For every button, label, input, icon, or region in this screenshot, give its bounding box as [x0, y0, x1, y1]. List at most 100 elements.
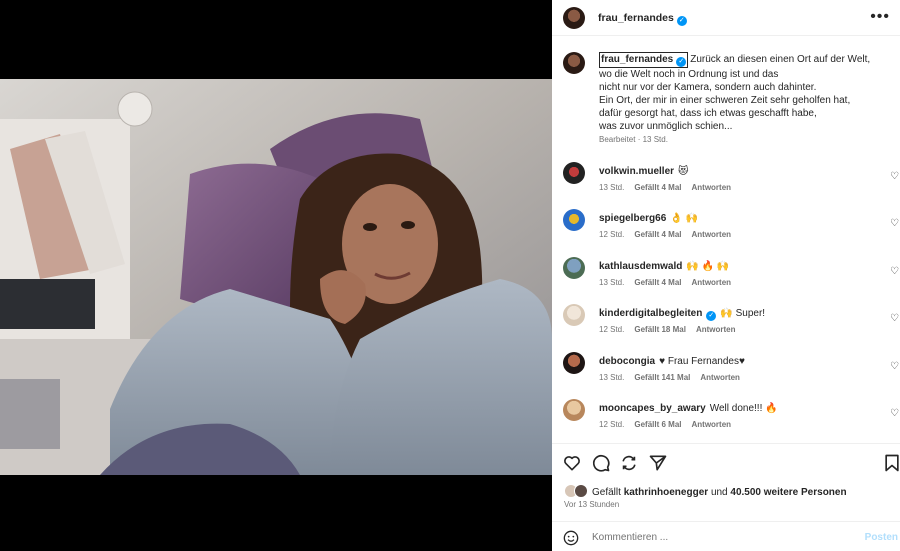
- comment-meta: 12 Std. Gefällt 6 Mal Antworten: [599, 420, 741, 429]
- comment-username[interactable]: kathlausdemwald: [599, 261, 682, 272]
- comment-time: 12 Std.: [599, 325, 625, 334]
- comment-reply-button[interactable]: Antworten: [691, 420, 731, 429]
- comment-like-count[interactable]: Gefällt 4 Mal: [634, 183, 681, 192]
- comment-like-heart-icon[interactable]: ♡: [890, 218, 900, 229]
- comment-item: debocongia ♥ Frau Fernandes♥ 13 Std. Gefäl…: [552, 352, 900, 396]
- comment-avatar[interactable]: [563, 209, 585, 231]
- comment-body: volkwin.mueller 😻: [599, 166, 688, 177]
- likes-prefix: Gefällt: [592, 487, 621, 498]
- comment-like-count[interactable]: Gefällt 141 Mal: [634, 373, 690, 382]
- comment-reply-button[interactable]: Antworten: [696, 325, 736, 334]
- caption-line-3: nicht nur vor der Kamera, sondern auch d…: [599, 82, 817, 93]
- comment-like-heart-icon[interactable]: ♡: [890, 408, 900, 419]
- post-comment-button[interactable]: Posten: [865, 532, 898, 543]
- caption-line-2: wo die Welt noch in Ordnung ist und das: [599, 69, 779, 80]
- comment-like-count[interactable]: Gefällt 4 Mal: [634, 230, 681, 239]
- comment-text: 👌 🙌: [670, 213, 698, 224]
- comment-like-heart-icon[interactable]: ♡: [890, 171, 900, 182]
- comment-text: ♥ Frau Fernandes♥: [659, 356, 745, 367]
- author-username[interactable]: frau_fernandes ✓: [598, 12, 687, 26]
- instagram-post-view: frau_fernandes ✓ ••• frau_fernandes ✓ Zurüc…: [0, 0, 900, 551]
- comment-text: Well done!!! 🔥: [709, 403, 778, 414]
- caption-author-avatar[interactable]: [563, 52, 585, 74]
- comment-avatar[interactable]: [563, 399, 585, 421]
- comment-meta: 12 Std. Gefällt 18 Mal Antworten: [599, 325, 746, 334]
- caption-author-username[interactable]: frau_fernandes ✓: [599, 52, 689, 68]
- comment-reply-button[interactable]: Antworten: [691, 230, 731, 239]
- liker-avatars: [564, 484, 590, 498]
- comment-bubble-icon[interactable]: [591, 453, 611, 473]
- comment-username[interactable]: spiegelberg66: [599, 213, 666, 224]
- caption-verified-badge-icon: ✓: [676, 57, 687, 67]
- comment-text: 🙌 🔥 🙌: [686, 261, 730, 272]
- caption-line-5: dafür gesorgt hat, dass ich etwas gescha…: [599, 108, 817, 119]
- caption-author-username-text[interactable]: frau_fernandes: [601, 54, 673, 65]
- comment-composer: Posten: [552, 521, 900, 551]
- comment-time: 13 Std.: [599, 278, 625, 287]
- comment-avatar[interactable]: [563, 304, 585, 326]
- caption-line-1: Zurück an diesen einen Ort auf der Welt,: [690, 54, 871, 65]
- verified-badge-icon: ✓: [676, 16, 687, 26]
- like-heart-icon[interactable]: [562, 453, 582, 473]
- post-side-panel: frau_fernandes ✓ ••• frau_fernandes ✓ Zurüc…: [552, 0, 900, 551]
- comment-item: kathlausdemwald 🙌 🔥 🙌 13 Std. Gefällt 4 Ma…: [552, 257, 900, 301]
- comment-time: 13 Std.: [599, 183, 625, 192]
- comment-username[interactable]: volkwin.mueller: [599, 166, 674, 177]
- comment-meta: 13 Std. Gefällt 141 Mal Antworten: [599, 373, 750, 382]
- comment-like-heart-icon[interactable]: ♡: [890, 266, 900, 277]
- comment-avatar[interactable]: [563, 162, 585, 184]
- comment-avatar[interactable]: [563, 257, 585, 279]
- comment-meta: 13 Std. Gefällt 4 Mal Antworten: [599, 183, 741, 192]
- comment-like-heart-icon[interactable]: ♡: [890, 361, 900, 372]
- emoji-smiley-icon[interactable]: [563, 530, 579, 546]
- share-paper-plane-icon[interactable]: [648, 453, 668, 473]
- comment-body: debocongia ♥ Frau Fernandes♥: [599, 356, 745, 367]
- more-options-icon[interactable]: •••: [870, 8, 890, 26]
- comment-item: volkwin.mueller 😻 13 Std. Gefällt 4 Mal Ant…: [552, 162, 900, 206]
- comment-body: mooncapes_by_awary Well done!!! 🔥: [599, 403, 778, 414]
- caption-line-6: was zuvor unmöglich schien...: [599, 121, 733, 132]
- comment-username[interactable]: debocongia: [599, 356, 655, 367]
- post-actions-bar: [552, 443, 900, 481]
- likes-summary: Gefällt kathrinhoenegger und 40.500 weit…: [564, 484, 847, 498]
- comment-body: kinderdigitalbegleiten ✓ 🙌 Super!: [599, 308, 765, 321]
- media-area: [0, 0, 552, 551]
- comment-like-count[interactable]: Gefällt 4 Mal: [634, 278, 681, 287]
- post-caption: frau_fernandes ✓ Zurück an diesen einen Or…: [552, 46, 900, 156]
- comment-reply-button[interactable]: Antworten: [700, 373, 740, 382]
- save-bookmark-icon[interactable]: [882, 453, 900, 473]
- comment-input[interactable]: [592, 530, 842, 544]
- repost-icon[interactable]: [619, 453, 639, 473]
- comment-like-count[interactable]: Gefällt 6 Mal: [634, 420, 681, 429]
- comment-text: 😻: [678, 166, 689, 177]
- comment-text: 🙌 Super!: [720, 308, 766, 319]
- comment-time: 12 Std.: [599, 420, 625, 429]
- comment-item: mooncapes_by_awary Well done!!! 🔥 12 Std.…: [552, 399, 900, 443]
- author-avatar[interactable]: [563, 7, 585, 29]
- comment-item: spiegelberg66 👌 🙌 12 Std. Gefällt 4 Mal Ant…: [552, 209, 900, 253]
- comment-time: 12 Std.: [599, 230, 625, 239]
- comment-like-heart-icon[interactable]: ♡: [890, 313, 900, 324]
- comment-avatar[interactable]: [563, 352, 585, 374]
- comment-like-count[interactable]: Gefällt 18 Mal: [634, 325, 686, 334]
- caption-text: frau_fernandes ✓ Zurück an diesen einen Or…: [599, 52, 891, 133]
- post-time-ago[interactable]: Vor 13 Stunden: [564, 500, 619, 509]
- comment-meta: 12 Std. Gefällt 4 Mal Antworten: [599, 230, 741, 239]
- likes-user-link[interactable]: kathrinhoenegger: [624, 487, 708, 498]
- comment-body: spiegelberg66 👌 🙌: [599, 213, 698, 224]
- caption-meta: Bearbeitet · 13 Std.: [599, 135, 668, 144]
- caption-line-4: Ein Ort, der mir in einer schweren Zeit …: [599, 95, 851, 106]
- likes-joiner: und: [710, 487, 728, 498]
- comment-reply-button[interactable]: Antworten: [691, 278, 731, 287]
- author-username-text[interactable]: frau_fernandes: [598, 12, 674, 24]
- post-photo-illustration: [0, 79, 552, 475]
- comment-verified-badge-icon: ✓: [706, 311, 717, 321]
- comment-username[interactable]: kinderdigitalbegleiten: [599, 308, 702, 319]
- comment-time: 13 Std.: [599, 373, 625, 382]
- comment-reply-button[interactable]: Antworten: [691, 183, 731, 192]
- comment-username[interactable]: mooncapes_by_awary: [599, 403, 706, 414]
- post-photo[interactable]: [0, 79, 552, 475]
- likes-count-link[interactable]: 40.500 weitere Personen: [730, 487, 846, 498]
- post-header: frau_fernandes ✓ •••: [552, 0, 900, 36]
- comment-item: kinderdigitalbegleiten ✓ 🙌 Super! 12 Std. G…: [552, 304, 900, 348]
